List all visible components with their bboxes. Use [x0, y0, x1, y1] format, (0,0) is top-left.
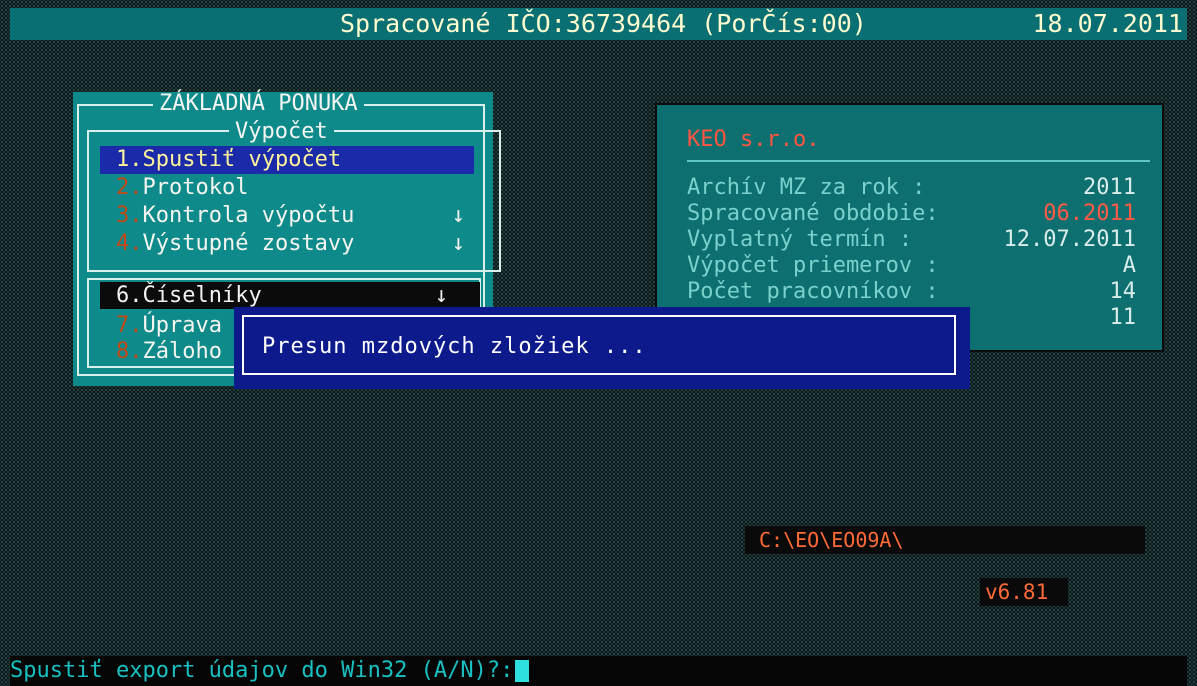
company-name: KEO s.r.o. [687, 127, 820, 152]
menu-item-protokol[interactable]: 2.Protokol [116, 174, 493, 202]
version-label: v6.81 [980, 578, 1068, 606]
submenu-arrow-icon: ↓ [451, 231, 465, 256]
info-row: Spracované obdobie: 06.2011 [687, 201, 1136, 226]
header-date: 18.07.2011 [1032, 9, 1183, 38]
main-menu-title: ZÁKLADNÁ PONUKA [153, 92, 364, 116]
command-prompt[interactable]: Spustiť export údajov do Win32 (A/N)?: [10, 656, 1187, 686]
status-bar: Spracované IČO:36739464 (PorČís:00) 18.0… [10, 8, 1187, 40]
prompt-text: Spustiť export údajov do Win32 (A/N)?: [10, 658, 514, 683]
text-cursor[interactable] [515, 660, 530, 682]
info-row: Vyplatný termín :12.07.2011 [687, 227, 1136, 252]
info-row: Výpočet priemerov :A [687, 253, 1136, 278]
submenu-arrow-icon: ↓ [451, 203, 465, 228]
submenu-arrow-icon: ↓ [434, 283, 448, 308]
info-row: Počet pracovníkov :14 [687, 279, 1136, 304]
header-title: Spracované IČO:36739464 (PorČís:00) [340, 9, 867, 38]
menu-item-spustit-vypocet[interactable]: 1.Spustiť výpočet [100, 146, 474, 174]
submenu-title: Výpočet [229, 120, 334, 144]
info-row: Archív MZ za rok :2011 [687, 175, 1136, 200]
divider [687, 160, 1150, 162]
menu-item-kontrola[interactable]: 3.Kontrola výpočtu ↓ [116, 202, 493, 230]
data-path: C:\EO\EO09A\ [745, 526, 1145, 554]
menu-item-vystupne[interactable]: 4.Výstupné zostavy ↓ [116, 230, 493, 258]
dialog-message: Presun mzdových zložiek ... [242, 315, 956, 375]
menu-item-ciselniky[interactable]: 6.Číselníky ↓ [100, 282, 480, 309]
progress-dialog: Presun mzdových zložiek ... [234, 307, 970, 389]
